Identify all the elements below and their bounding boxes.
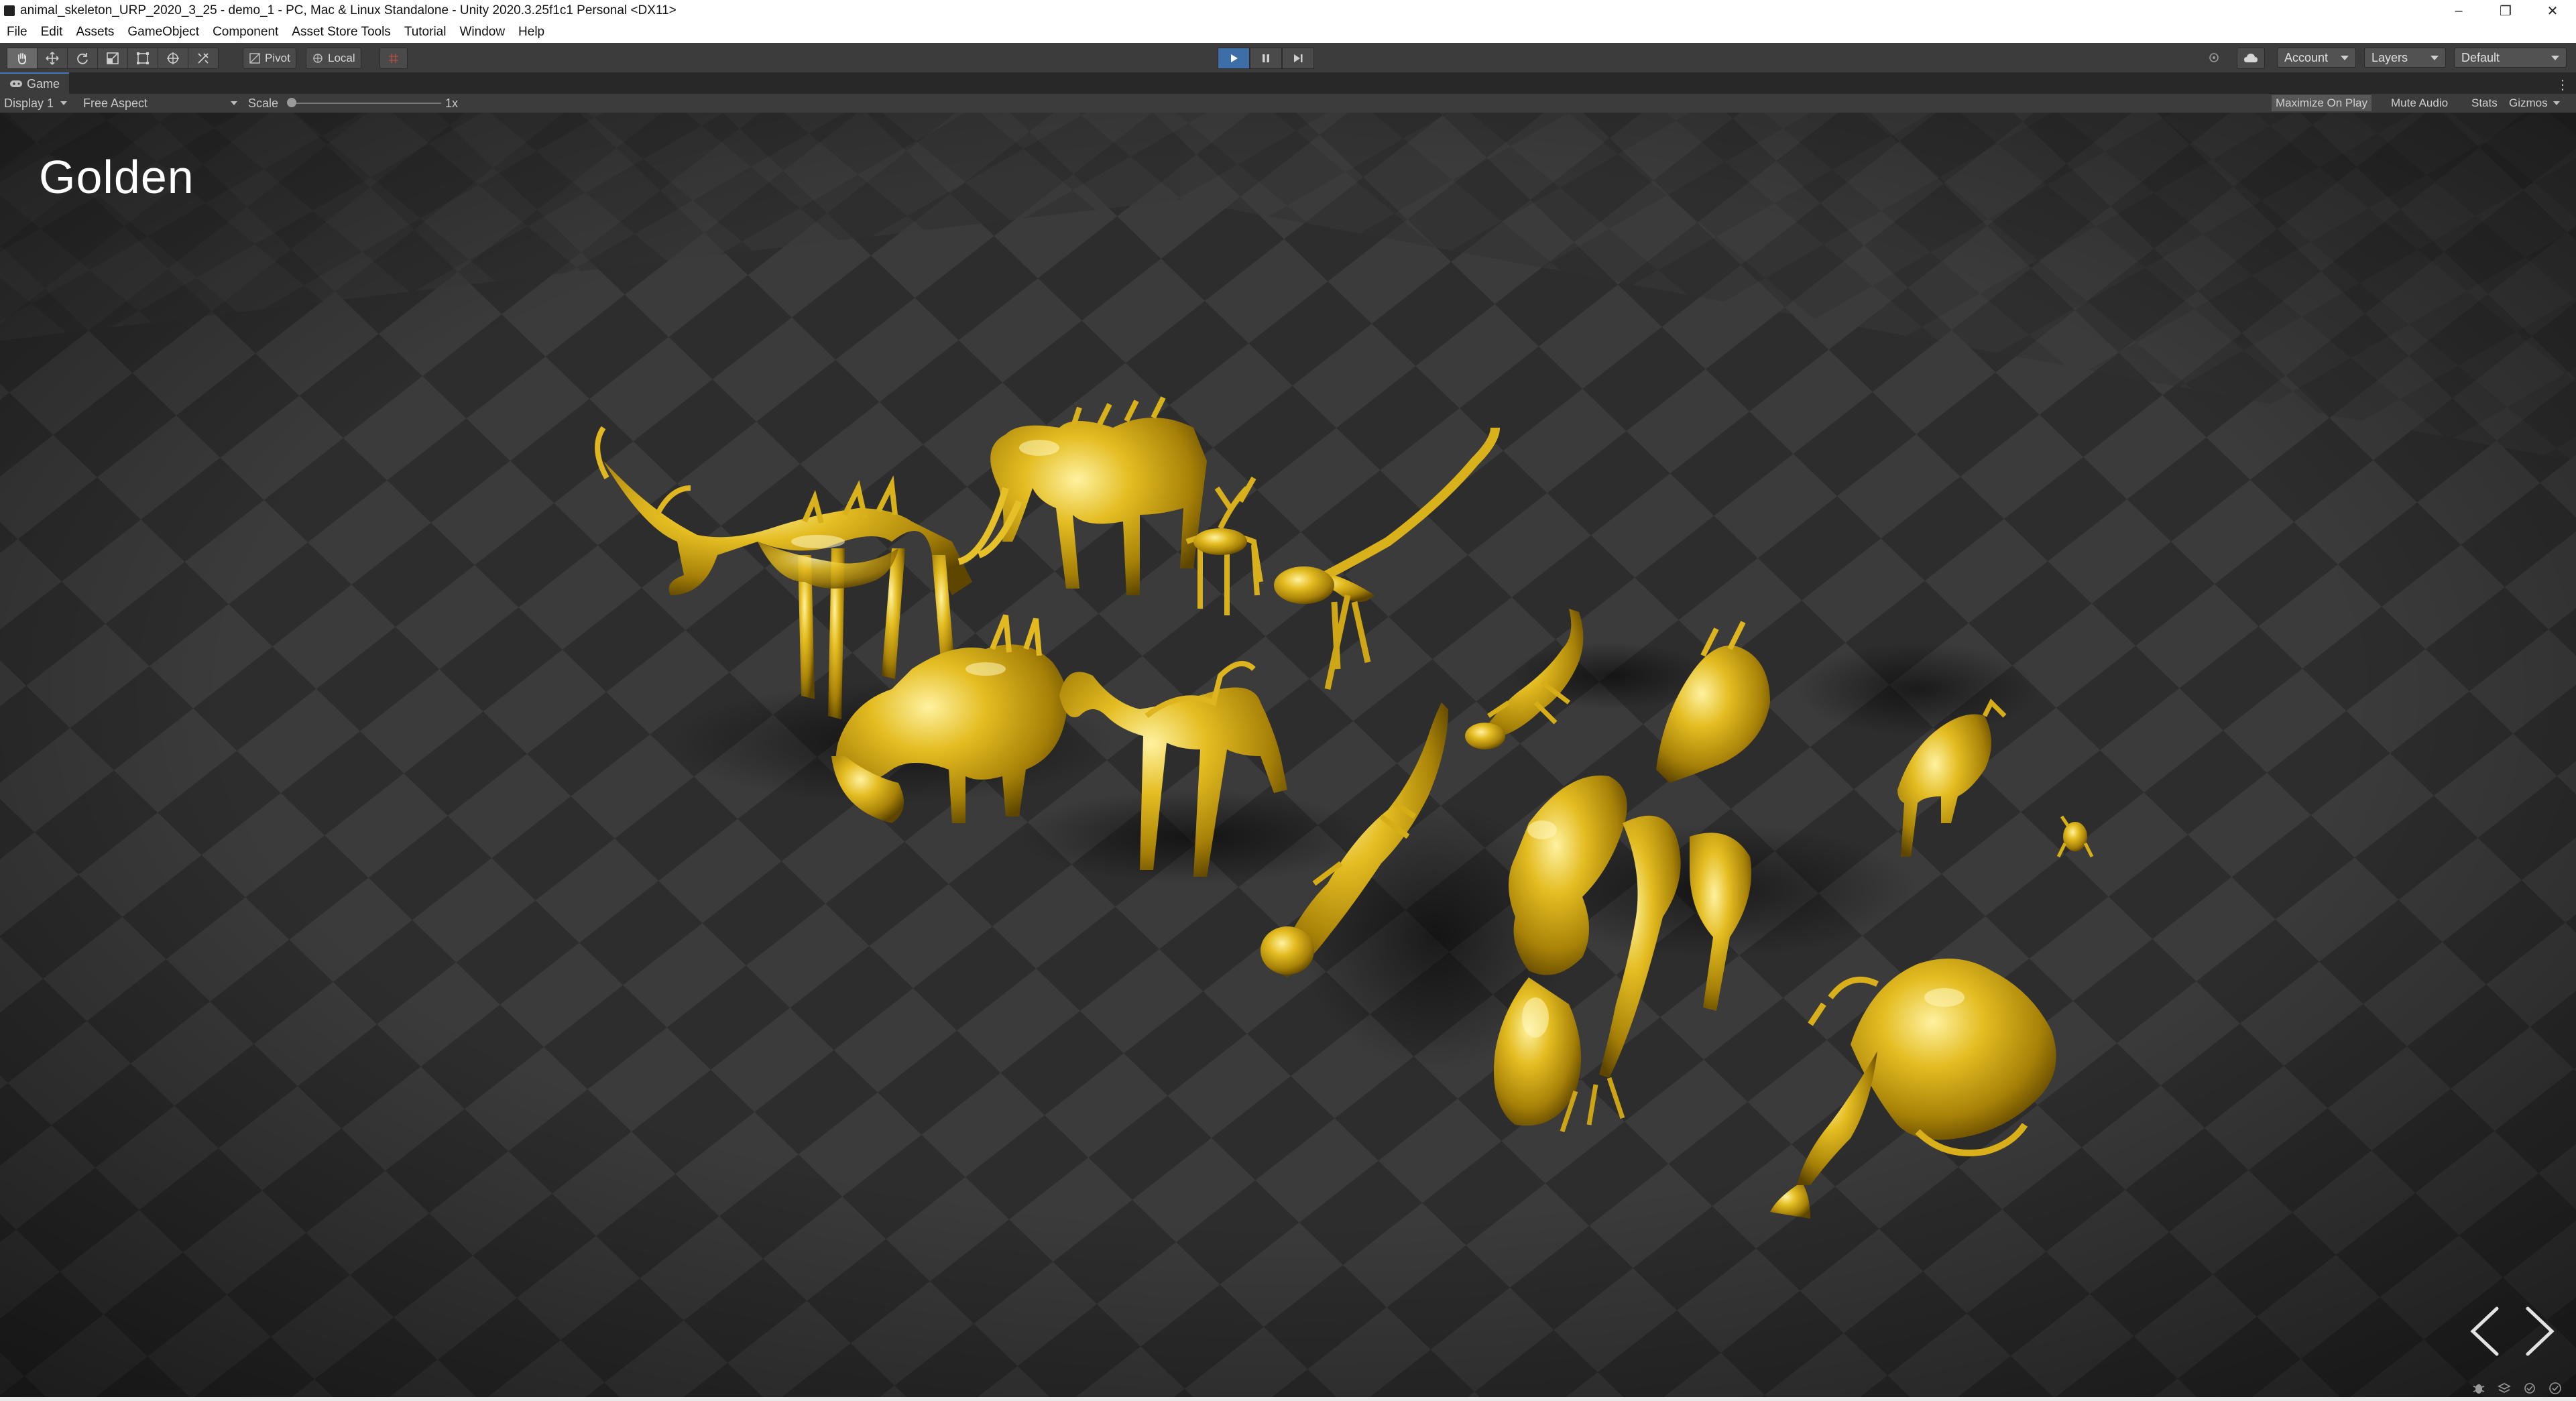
gamepad-icon xyxy=(10,80,22,87)
tab-game-label: Game xyxy=(27,76,60,90)
hand-tool-icon xyxy=(18,53,26,64)
aspect-label: Free Aspect xyxy=(83,96,148,110)
layout-dropdown[interactable]: Default xyxy=(2454,48,2567,68)
menu-window[interactable]: Window xyxy=(453,25,512,40)
close-button[interactable]: ✕ xyxy=(2529,0,2576,21)
pause-button[interactable] xyxy=(1250,48,1282,69)
scale-label: Scale xyxy=(248,96,279,110)
pivot-icon xyxy=(249,53,260,64)
transform-tools xyxy=(7,48,219,69)
scene-render xyxy=(0,113,2576,1401)
mute-audio-toggle[interactable]: Mute Audio xyxy=(2387,95,2452,111)
window-titlebar: animal_skeleton_URP_2020_3_25 - demo_1 -… xyxy=(0,0,2576,22)
local-toggle[interactable]: Local xyxy=(306,48,361,69)
services-icon xyxy=(2209,53,2219,62)
pivot-toggle[interactable]: Pivot xyxy=(243,48,296,69)
scale-slider-track[interactable] xyxy=(291,103,441,104)
menu-tutorial[interactable]: Tutorial xyxy=(398,25,453,40)
maximize-on-play-toggle[interactable]: Maximize On Play xyxy=(2272,95,2372,111)
chevron-right-icon[interactable] xyxy=(2520,1304,2560,1358)
menu-gameobject[interactable]: GameObject xyxy=(121,25,206,40)
main-toolbar: Pivot Local Account Layers Default xyxy=(0,43,2576,73)
layers-icon xyxy=(2498,1383,2511,1393)
layers-dropdown[interactable]: Layers xyxy=(2364,48,2446,68)
rotate-tool-icon xyxy=(77,53,88,64)
grid-snap-button[interactable] xyxy=(379,48,408,69)
menu-file[interactable]: File xyxy=(0,25,34,40)
stats-toggle[interactable]: Stats xyxy=(2467,95,2502,111)
pause-icon xyxy=(1263,54,1269,62)
unity-logo-icon xyxy=(4,5,15,16)
custom-tool-button[interactable] xyxy=(188,48,218,68)
step-icon xyxy=(1294,54,1303,62)
menu-assets[interactable]: Assets xyxy=(69,25,121,40)
status-bar xyxy=(0,1397,2576,1401)
tab-game[interactable]: Game xyxy=(0,72,70,94)
chevron-down-icon xyxy=(2431,55,2439,60)
window-controls: – ❐ ✕ xyxy=(2435,0,2576,21)
viewport-status-icons xyxy=(2471,1381,2563,1396)
chevron-down-icon xyxy=(2341,55,2349,60)
menu-component[interactable]: Component xyxy=(206,25,285,40)
game-view-controls: Display 1 Free Aspect Scale 1x Maximize … xyxy=(0,94,2576,113)
collab-button[interactable] xyxy=(2237,48,2265,69)
scale-slider-handle[interactable] xyxy=(287,98,296,107)
gizmos-toggle[interactable]: Gizmos xyxy=(2505,95,2564,111)
chevron-down-icon xyxy=(231,101,237,105)
chevron-down-icon xyxy=(2553,101,2560,105)
menu-bar: File Edit Assets GameObject Component As… xyxy=(0,21,2576,43)
play-icon xyxy=(1231,54,1238,62)
minimize-button[interactable]: – xyxy=(2435,0,2482,21)
check-icon xyxy=(2549,1382,2561,1394)
local-label: Local xyxy=(328,52,355,64)
display-dropdown[interactable]: Display 1 xyxy=(4,94,68,113)
scale-tool-button[interactable] xyxy=(98,48,128,68)
scene-title: Golden xyxy=(39,151,194,203)
rotate-tool-button[interactable] xyxy=(68,48,98,68)
layout-label: Default xyxy=(2461,50,2500,64)
play-button[interactable] xyxy=(1218,48,1250,69)
game-viewport[interactable]: Golden xyxy=(0,113,2576,1401)
kebab-menu-icon[interactable]: ⋮ xyxy=(2556,76,2569,93)
step-button[interactable] xyxy=(1282,48,1314,69)
cloud-icon xyxy=(2244,54,2258,62)
gizmos-label: Gizmos xyxy=(2509,97,2548,109)
bug-icon xyxy=(2473,1384,2485,1394)
chevron-down-icon xyxy=(2551,55,2559,60)
services-button[interactable] xyxy=(2201,48,2227,68)
transform-tool-button[interactable] xyxy=(158,48,188,68)
move-tool-button[interactable] xyxy=(38,48,68,68)
display-label: Display 1 xyxy=(4,96,54,110)
layers-label: Layers xyxy=(2372,50,2408,64)
grid-snap-icon xyxy=(389,54,398,63)
account-dropdown[interactable]: Account xyxy=(2277,48,2356,68)
playmode-controls xyxy=(1218,48,1314,69)
network-icon xyxy=(2524,1383,2535,1394)
rect-tool-button[interactable] xyxy=(128,48,158,68)
menu-help[interactable]: Help xyxy=(512,25,551,40)
window-title: animal_skeleton_URP_2020_3_25 - demo_1 -… xyxy=(20,3,677,17)
scale-value: 1x xyxy=(445,96,459,110)
chevron-down-icon xyxy=(60,101,68,105)
move-tool-icon xyxy=(46,52,59,65)
game-tab-bar: Game ⋮ xyxy=(0,72,2576,94)
menu-edit[interactable]: Edit xyxy=(34,25,70,40)
custom-tool-icon xyxy=(198,53,209,64)
scale-tool-icon xyxy=(107,52,119,64)
transform-tool-icon xyxy=(167,52,179,64)
chevron-left-icon[interactable] xyxy=(2465,1304,2505,1358)
hand-tool-button[interactable] xyxy=(7,48,38,68)
menu-asset-store-tools[interactable]: Asset Store Tools xyxy=(285,25,398,40)
local-icon xyxy=(313,54,323,63)
restore-button[interactable]: ❐ xyxy=(2482,0,2529,21)
pivot-label: Pivot xyxy=(265,52,290,64)
account-label: Account xyxy=(2284,50,2329,64)
aspect-dropdown[interactable]: Free Aspect xyxy=(83,94,237,113)
rect-tool-icon xyxy=(137,52,149,64)
